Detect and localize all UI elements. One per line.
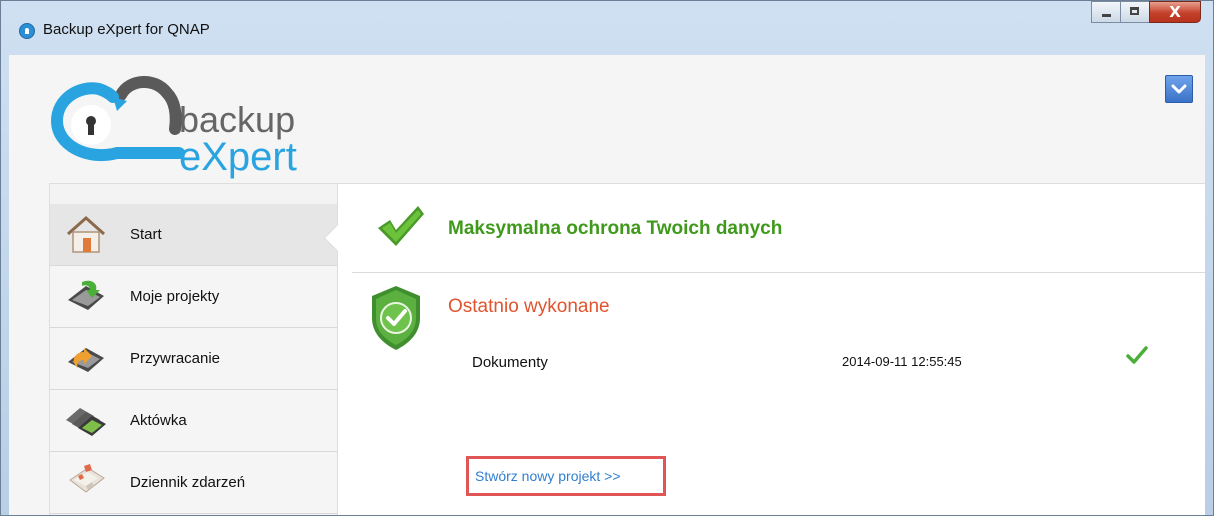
chevron-down-icon [1171,84,1187,94]
sidebar-item-dziennik-zdarzen[interactable]: Dziennik zdarzeń [50,452,337,514]
calendar-log-icon [69,464,105,493]
sidebar-item-start[interactable]: Start [50,204,337,266]
restore-icon [68,348,104,372]
title-bar[interactable]: Backup eXpert for QNAP X [1,1,1213,55]
divider [352,272,1205,273]
close-button[interactable]: X [1149,1,1201,23]
active-pointer [325,225,338,251]
briefcase-icon [66,408,106,436]
sidebar-item-label: Start [130,226,162,243]
sidebar-item-moje-projekty[interactable]: Moje projekty [50,266,337,328]
maximize-button[interactable] [1120,1,1150,23]
new-project-link[interactable]: Stwórz nowy projekt >> [475,468,621,484]
sidebar-item-label: Moje projekty [130,288,220,305]
sidebar-item-przywracanie[interactable]: Przywracanie [50,328,337,390]
sidebar-nav: Start Moje projekty Przywracanie Aktówka… [49,183,337,515]
new-project-highlight: Stwórz nowy projekt >> [466,456,666,496]
app-window: Backup eXpert for QNAP X backup eXpert S… [0,0,1214,516]
client-area: backup eXpert Start Moje projekty Przywr… [9,55,1205,515]
backup-expert-logo: backup eXpert [47,71,327,179]
shield-check-icon [372,286,420,350]
app-icon [19,23,35,39]
projects-icon [68,280,104,310]
recent-section-title: Ostatnio wykonane [448,296,610,317]
window-controls: X [1091,1,1201,25]
home-icon [67,215,105,253]
close-icon: X [1169,3,1181,21]
sidebar-item-label: Dziennik zdarzeń [130,474,246,491]
minimize-button[interactable] [1091,1,1121,23]
recent-item-name: Dokumenty [472,354,548,371]
sidebar-item-label: Przywracanie [130,350,221,367]
checkmark-icon [378,206,424,246]
logo-text-expert: eXpert [179,135,297,179]
sidebar-item-label: Aktówka [130,412,187,429]
recent-item-date: 2014-09-11 12:55:45 [842,354,962,369]
protection-headline: Maksymalna ochrona Twoich danych [448,218,783,239]
options-dropdown-button[interactable] [1165,75,1193,103]
main-panel: Maksymalna ochrona Twoich danych Ostatni… [337,183,1205,515]
sidebar-item-aktowka[interactable]: Aktówka [50,390,337,452]
success-check-icon [1126,346,1148,364]
window-title: Backup eXpert for QNAP [43,21,210,38]
